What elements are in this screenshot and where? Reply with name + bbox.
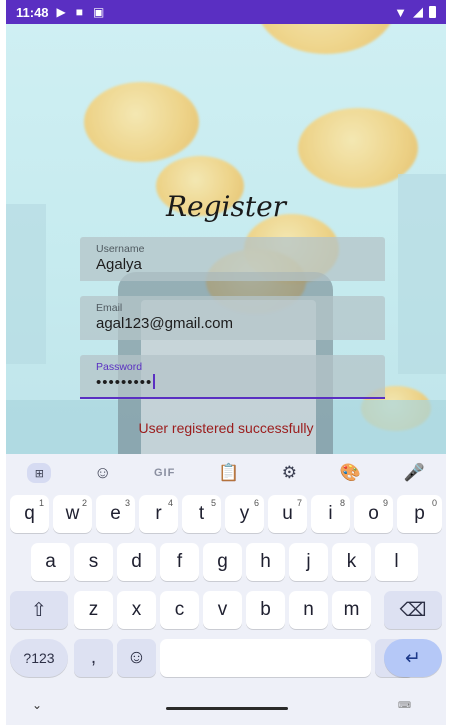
page-title: Register [165, 190, 287, 223]
key-e[interactable]: e3 [96, 495, 135, 533]
key-w[interactable]: w2 [53, 495, 92, 533]
success-message: User registered successfully [138, 420, 314, 436]
key-p[interactable]: p0 [397, 495, 442, 533]
key-u[interactable]: u7 [268, 495, 307, 533]
key-m[interactable]: m [332, 591, 371, 629]
shift-key[interactable]: ⇧ [10, 591, 68, 629]
keyboard-row-1: q1 w2 e3 r4 t5 y6 u7 i8 o9 p0 [6, 495, 446, 537]
coin-graphic [256, 24, 396, 54]
status-right: ▼ ◢ [394, 4, 436, 20]
key-r[interactable]: r4 [139, 495, 178, 533]
gif-button[interactable]: GIF [154, 467, 175, 479]
keyboard-row-2: a s d f g h j k l [6, 543, 446, 585]
key-d[interactable]: d [117, 543, 156, 581]
key-z[interactable]: z [74, 591, 113, 629]
email-input[interactable]: agal123@gmail.com [96, 315, 369, 332]
emoji-key[interactable]: ☺ [117, 639, 156, 677]
key-o[interactable]: o9 [354, 495, 393, 533]
password-label: Password [96, 361, 143, 373]
status-bar: 11:48 ▶ ■ ▣ ▼ ◢ [6, 0, 446, 24]
key-f[interactable]: f [160, 543, 199, 581]
email-label: Email [96, 302, 123, 314]
enter-key[interactable]: ↵ [384, 639, 442, 677]
comma-key[interactable]: , [74, 639, 113, 677]
username-field[interactable]: Username Agalya [80, 237, 385, 281]
clipboard-icon[interactable]: 📋 [218, 463, 239, 483]
square-icon: ▣ [93, 5, 105, 19]
signal-icon: ◢ [413, 4, 423, 19]
key-k[interactable]: k [332, 543, 371, 581]
microphone-icon[interactable]: 🎤 [403, 463, 424, 483]
key-t[interactable]: t5 [182, 495, 221, 533]
space-bar[interactable] [160, 639, 371, 677]
settings-gear-icon[interactable]: ⚙ [282, 463, 297, 483]
photo-icon: ■ [75, 5, 84, 19]
play-icon: ▶ [56, 5, 66, 19]
text-cursor [153, 374, 156, 389]
key-l[interactable]: l [375, 543, 418, 581]
keyboard-switch-icon[interactable]: ⌨ [398, 700, 411, 711]
battery-icon [429, 6, 436, 18]
key-v[interactable]: v [203, 591, 242, 629]
password-input[interactable]: ••••••••• [96, 374, 369, 391]
building-graphic [6, 204, 46, 364]
symbols-key[interactable]: ?123 [10, 639, 68, 677]
backspace-key[interactable]: ⌫ [384, 591, 442, 629]
key-j[interactable]: j [289, 543, 328, 581]
key-n[interactable]: n [289, 591, 328, 629]
app-screen: 11:48 ▶ ■ ▣ ▼ ◢ Register Username Agalya… [6, 0, 446, 725]
password-field[interactable]: Password ••••••••• [80, 355, 385, 399]
keyboard-toolbar: ⊞ ☺ GIF 📋 ⚙ 🎨 🎤 [6, 454, 446, 492]
coin-graphic [84, 82, 199, 162]
password-masked-value: ••••••••• [96, 374, 153, 391]
keyboard-row-3: ⇧ z x c v b n m ⌫ [6, 591, 446, 633]
keyboard-row-4: ?123 , ☺ . ↵ [6, 639, 446, 681]
key-a[interactable]: a [31, 543, 70, 581]
home-handle[interactable] [166, 707, 288, 710]
theme-palette-icon[interactable]: 🎨 [340, 463, 361, 483]
key-h[interactable]: h [246, 543, 285, 581]
hide-keyboard-icon[interactable]: ⌄ [32, 698, 42, 712]
key-x[interactable]: x [117, 591, 156, 629]
username-input[interactable]: Agalya [96, 256, 369, 273]
key-b[interactable]: b [246, 591, 285, 629]
sticker-icon[interactable]: ☺ [94, 463, 111, 483]
username-label: Username [96, 243, 145, 255]
apps-grid-icon[interactable]: ⊞ [27, 463, 52, 483]
key-y[interactable]: y6 [225, 495, 264, 533]
soft-keyboard: ⊞ ☺ GIF 📋 ⚙ 🎨 🎤 q1 w2 e3 r4 t5 y6 u7 i8 … [6, 454, 446, 725]
key-q[interactable]: q1 [10, 495, 49, 533]
wifi-icon: ▼ [394, 4, 407, 20]
key-s[interactable]: s [74, 543, 113, 581]
key-g[interactable]: g [203, 543, 242, 581]
navigation-bar: ⌄ ⌨ [6, 688, 446, 725]
key-i[interactable]: i8 [311, 495, 350, 533]
email-field[interactable]: Email agal123@gmail.com [80, 296, 385, 340]
status-time: 11:48 [16, 4, 49, 20]
key-c[interactable]: c [160, 591, 199, 629]
